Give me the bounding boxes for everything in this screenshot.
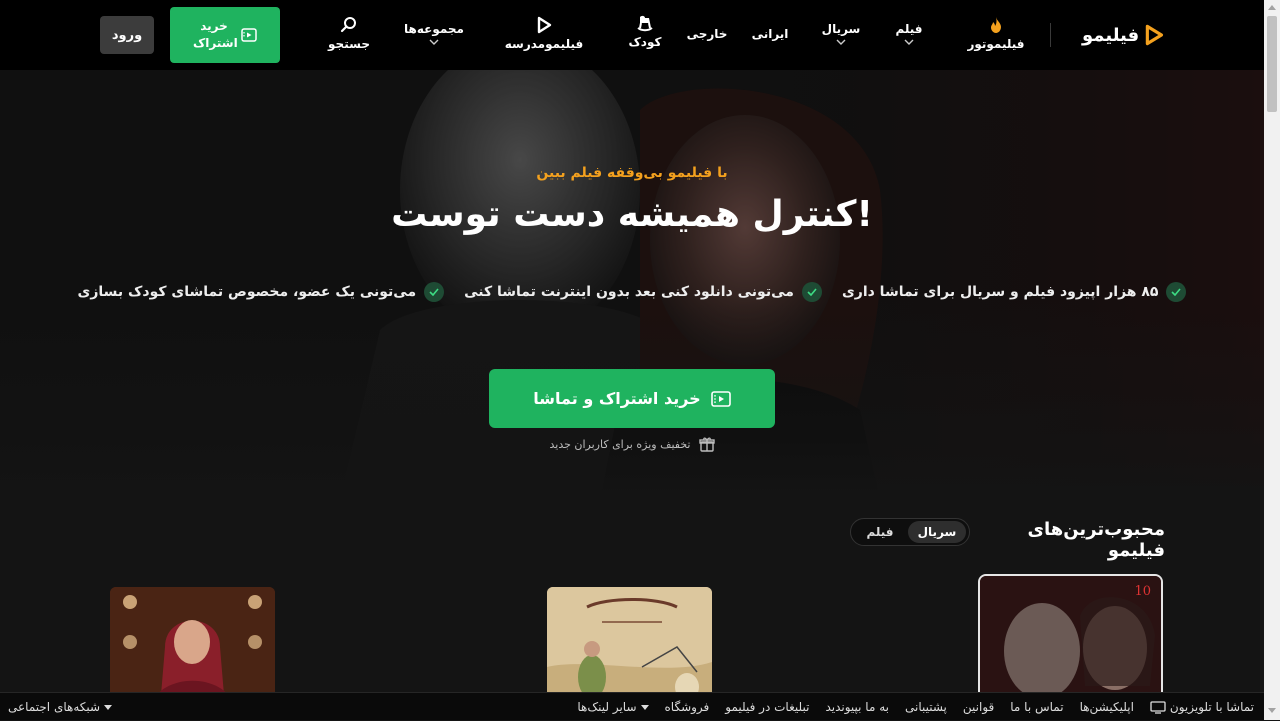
check-icon: [1166, 282, 1187, 302]
header-subscribe-button[interactable]: خرید اشتراک: [170, 7, 280, 63]
popular-tabs: فیلم سریال: [850, 518, 970, 546]
feature-text: می‌تونی دانلود کنی بعد بدون اینترنت تماش…: [464, 284, 794, 300]
nav-khareji-label: خارجی: [686, 27, 728, 41]
social-label: شبکه‌های اجتماعی: [8, 700, 101, 714]
nav-irani[interactable]: ایرانی: [751, 27, 789, 41]
poster-image: [110, 587, 275, 707]
footer-link-join[interactable]: به ما بپیوندید: [825, 700, 889, 714]
footer-link-label: سایر لینک‌ها: [577, 700, 637, 714]
footer-bar: تماشا با تلویزیون اپلیکیشن‌ها تماس با ما…: [0, 692, 1264, 720]
feature-list: ۸۵ هزار اپیزود فیلم و سریال برای تماشا د…: [0, 282, 1264, 302]
logo-text: فیلیمو: [1082, 24, 1140, 46]
nav-film-label: فیلم: [895, 22, 923, 36]
caret-down-icon: [104, 704, 113, 710]
tab-film[interactable]: فیلم: [854, 521, 906, 543]
footer-links: تماشا با تلویزیون اپلیکیشن‌ها تماس با ما…: [577, 693, 1254, 721]
feature-item: ۸۵ هزار اپیزود فیلم و سریال برای تماشا د…: [842, 282, 1187, 302]
chevron-down-icon: [836, 39, 846, 45]
scroll-thumb[interactable]: [1267, 16, 1277, 112]
cta-label: خرید اشتراک و تماشا: [533, 389, 701, 408]
login-button[interactable]: ورود: [100, 16, 154, 54]
rank-badge: 10: [1134, 584, 1151, 599]
tab-serial[interactable]: سریال: [908, 521, 966, 543]
nav-serial-label: سریال: [821, 22, 861, 36]
discount-note: تخفیف ویژه برای کاربران جدید: [0, 436, 1264, 452]
nav-collections[interactable]: مجموعه‌ها: [402, 22, 466, 45]
ticket-play-icon: [241, 28, 257, 42]
subscribe-and-watch-button[interactable]: خرید اشتراک و تماشا: [489, 369, 775, 428]
footer-link-shop[interactable]: فروشگاه: [665, 700, 710, 714]
nav-collections-label: مجموعه‌ها: [404, 22, 464, 36]
chevron-down-icon: [904, 39, 914, 45]
tv-icon: [1150, 700, 1166, 714]
school-play-icon: [537, 16, 552, 34]
chevron-down-icon: [429, 39, 439, 45]
subscribe-label: خرید اشتراک: [193, 18, 238, 52]
scroll-up-arrow-icon[interactable]: [1268, 5, 1276, 10]
footer-link-contact[interactable]: تماس با ما: [1010, 700, 1063, 714]
feature-item: می‌تونی یک عضو، مخصوص تماشای کودک بسازی: [78, 282, 445, 302]
filimo-logo[interactable]: فیلیمو: [1082, 20, 1164, 50]
nav-search[interactable]: جستجو: [326, 16, 372, 51]
footer-link-rules[interactable]: قوانین: [963, 700, 994, 714]
nav-search-label: جستجو: [328, 37, 370, 51]
hero-tagline: با فیلیمو بی‌وقفه فیلم ببین: [536, 165, 728, 181]
nav-school-label: فیلیمومدرسه: [504, 37, 584, 51]
subscribe-line1: خرید: [200, 19, 228, 33]
popular-section-title: محبوب‌ترین‌های فیلیمو: [1027, 519, 1166, 561]
scroll-down-arrow-icon[interactable]: [1268, 708, 1276, 713]
nav-irani-label: ایرانی: [751, 27, 789, 41]
nav-serial[interactable]: سریال: [822, 22, 860, 45]
popular-card[interactable]: [547, 587, 712, 707]
header-divider: [1050, 23, 1051, 47]
popular-card[interactable]: [110, 587, 275, 707]
nav-filimotor-label: فیلیموتور: [967, 37, 1025, 51]
feature-item: می‌تونی دانلود کنی بعد بدون اینترنت تماش…: [464, 282, 822, 302]
check-icon: [424, 282, 445, 302]
fire-icon: [991, 17, 1001, 33]
subscribe-line2: اشتراک: [193, 36, 238, 50]
nav-filimotor[interactable]: فیلیموتور: [967, 16, 1025, 51]
hero-banner: با فیلیمو بی‌وقفه فیلم ببین کنترل همیشه …: [0, 70, 1264, 500]
nav-filimo-school[interactable]: فیلیمومدرسه: [504, 16, 584, 51]
feature-text: می‌تونی یک عضو، مخصوص تماشای کودک بسازی: [77, 284, 417, 300]
caret-down-icon: [640, 704, 649, 710]
discount-text: تخفیف ویژه برای کاربران جدید: [549, 437, 691, 451]
footer-link-support[interactable]: پشتیبانی: [905, 700, 947, 714]
feature-text: ۸۵ هزار اپیزود فیلم و سریال برای تماشا د…: [841, 284, 1159, 300]
footer-link-ads[interactable]: تبلیغات در فیلیمو: [725, 700, 809, 714]
nav-film[interactable]: فیلم: [892, 22, 926, 45]
footer-social-toggle[interactable]: شبکه‌های اجتماعی: [8, 693, 113, 721]
nav-khareji[interactable]: خارجی: [686, 27, 728, 41]
nav-kids[interactable]: کودک: [626, 14, 664, 49]
footer-link-apps[interactable]: اپلیکیشن‌ها: [1080, 700, 1134, 714]
search-icon: [340, 17, 356, 33]
hero-title: کنترل همیشه دست توست!: [391, 194, 873, 235]
check-icon: [801, 282, 822, 302]
play-logo-icon: [1145, 24, 1164, 46]
gift-icon: [698, 437, 715, 452]
page-scrollbar[interactable]: [1264, 0, 1280, 720]
footer-link-label: تماشا با تلویزیون: [1169, 700, 1254, 714]
rocking-horse-icon: [637, 15, 653, 32]
ticket-play-icon: [710, 390, 731, 407]
nav-kids-label: کودک: [628, 35, 662, 49]
footer-link-more[interactable]: سایر لینک‌ها: [577, 700, 649, 714]
footer-link-tv[interactable]: تماشا با تلویزیون: [1150, 700, 1254, 714]
poster-image: [547, 587, 712, 707]
top-navbar: فیلیمو فیلیموتور فیلم سریال ایرانی خارجی…: [0, 0, 1264, 70]
